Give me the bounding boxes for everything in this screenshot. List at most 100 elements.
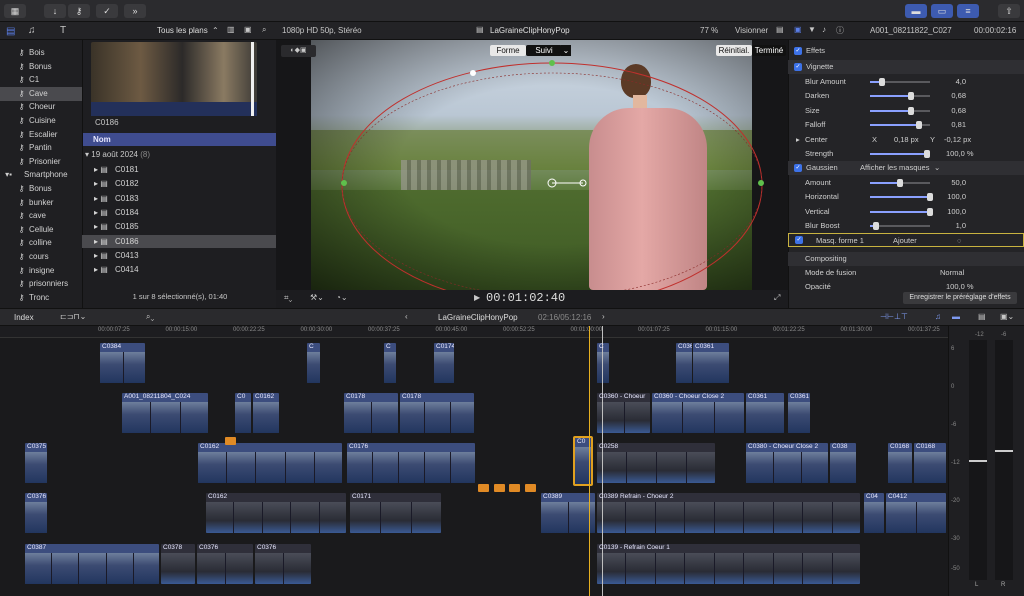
list-item[interactable]: ▸ ▤ C0181 (82, 163, 276, 176)
timeline-clip[interactable]: C0389 Refrain - Choeur 2 (596, 492, 861, 534)
play-icon[interactable]: ▶ (474, 293, 480, 302)
list-item[interactable]: ▸ ▤ C0186 (82, 234, 276, 248)
timeline-clip[interactable]: C0139 - Refrain Coeur 1 (596, 543, 861, 585)
sidebar-item-cuisine[interactable]: ⚷ Cuisine (0, 114, 82, 128)
timeline-clip[interactable]: C (596, 342, 610, 384)
param-slider[interactable] (870, 78, 930, 86)
search-icon[interactable]: ⌕ (262, 25, 266, 35)
list-item[interactable]: ▸ ▤ C0184 (82, 206, 276, 219)
timeline-clip[interactable]: C0 (234, 392, 252, 434)
fullscreen-icon[interactable]: ⤢ (774, 293, 780, 303)
compositing-header[interactable]: Compositing (788, 252, 1024, 266)
sidebar-item-colline[interactable]: ⚷ colline (0, 236, 82, 250)
skimmer-line[interactable] (602, 326, 603, 596)
param-slider[interactable] (870, 92, 930, 101)
skimmer[interactable] (251, 42, 254, 116)
param-value[interactable]: 4,0 (926, 75, 966, 89)
speed-icon[interactable]: ◔⌄ (336, 293, 348, 302)
timeline-clip[interactable]: C0360 - Choeur Close 2 (651, 392, 745, 434)
disclosure-icon[interactable]: ▸ (796, 133, 800, 147)
param-value[interactable]: 0,68 (926, 104, 966, 118)
view-options-icon[interactable]: ▣⌄ (1000, 312, 1014, 321)
timeline-clip[interactable]: C038 (829, 442, 857, 484)
timeline-clip[interactable]: C0376 (196, 543, 254, 585)
param-value[interactable]: 50,0 (926, 176, 966, 190)
library-icon[interactable]: ▦ (4, 4, 26, 18)
timeline-clip[interactable]: C0258 (596, 442, 716, 484)
filter-dropdown[interactable]: Tous les plans (157, 26, 208, 35)
view-dropdown[interactable]: Visionner (735, 26, 768, 35)
timeline-clip[interactable]: C0168 (913, 442, 947, 484)
column-header-name[interactable]: Nom (83, 133, 277, 146)
index-button[interactable]: Index (14, 313, 34, 322)
timeline-clip[interactable]: C0162 (197, 442, 343, 484)
disclosure-icon[interactable]: ▸ ▤ (94, 177, 108, 190)
sidebar-item-insigne[interactable]: ⚷ insigne (0, 264, 82, 278)
timeline-clip[interactable]: C (306, 342, 321, 384)
marker-icon[interactable] (225, 437, 236, 445)
timeline-ruler[interactable]: 00:00:07:25 00:00:15:00 00:00:22:25 00:00:3… (0, 326, 948, 338)
list-item[interactable]: ▸ ▤ C0414 (82, 263, 276, 276)
disclosure-icon[interactable]: ▸ ▤ (94, 206, 108, 219)
param-slider[interactable] (870, 221, 930, 230)
vignette-checkbox[interactable]: ✓ (794, 63, 802, 71)
timeline-clip[interactable]: A001_08211804_C024 (121, 392, 209, 434)
zoom-dropdown[interactable]: 77 % (700, 26, 718, 35)
save-preset-button[interactable]: Enregistrer le préréglage d'effets (903, 292, 1017, 304)
strength-slider[interactable] (870, 150, 930, 158)
export-icon[interactable]: ⇧ (998, 4, 1020, 18)
connect-icon[interactable]: ⊏⊐⊓⌄ (60, 312, 86, 321)
param-slider[interactable] (870, 179, 930, 187)
chevron-down-icon[interactable]: ⌃ (212, 26, 219, 35)
timeline-clip[interactable]: C0376 (24, 492, 48, 534)
timeline-clip[interactable]: C0361 (787, 392, 811, 434)
disclosure-icon[interactable]: ▸ ▤ (94, 249, 108, 262)
share-icon[interactable]: » (124, 4, 146, 18)
library-browser-icon[interactable]: ▤ (6, 26, 15, 37)
sidebar-item-choeur[interactable]: ⚷ Choeur (0, 100, 82, 114)
titles-icon[interactable]: T (60, 25, 66, 36)
effects-checkbox[interactable]: ✓ (794, 47, 802, 55)
audio-skimming-icon[interactable]: ⊣⊢⊥⊤ (880, 312, 908, 321)
timeline-clip[interactable]: C0361 (692, 342, 730, 384)
timeline-clip[interactable]: C0360 - Choeur (596, 392, 651, 434)
filter-icon[interactable]: ▼ (808, 25, 816, 34)
background-tasks-icon[interactable]: ✓ (96, 4, 118, 18)
clip-appearance-icon[interactable]: ▥ (227, 25, 235, 34)
center-y-value[interactable]: -0,12 px (944, 133, 971, 147)
clip-appearance-icon[interactable]: ▤ (978, 312, 986, 321)
sidebar-item-c1[interactable]: ⚷ C1 (0, 73, 82, 87)
crop-icon[interactable]: ⌗⌄ (284, 293, 292, 303)
date-group[interactable]: ▾ 19 août 2024 (8) (83, 148, 277, 161)
param-value[interactable]: 1,0 (926, 219, 966, 233)
sidebar-item-cellule[interactable]: ⚷ Cellule (0, 223, 82, 237)
timeline-clip[interactable]: C0412 (885, 492, 947, 534)
timeline-clip[interactable]: C0361 (675, 342, 693, 384)
sidebar-item-pantin[interactable]: ⚷ Pantin (0, 141, 82, 155)
sidebar-item-bonus[interactable]: ⚷ Bonus (0, 60, 82, 74)
disclosure-icon[interactable]: ▸ ▤ (94, 263, 108, 276)
video-inspector-icon[interactable]: ▣ (794, 25, 802, 34)
viewer[interactable]: ◐◆▣ Forme Suivi ⌄ Réinitial. Terminé (276, 40, 788, 290)
settings-icon[interactable]: ≡ (957, 4, 979, 18)
timeline-clip[interactable]: C (383, 342, 397, 384)
param-slider[interactable] (870, 120, 930, 129)
timeline-clip[interactable]: C0178 (399, 392, 475, 434)
mask-add-dropdown[interactable]: Ajouter (893, 234, 917, 248)
sidebar-item-prisonier[interactable]: ⚷ Prisonier (0, 155, 82, 169)
keyword-icon[interactable]: ⚷ (68, 4, 90, 18)
gaussien-checkbox[interactable]: ✓ (794, 164, 802, 172)
mask-row[interactable]: ✓ Masq. forme 1 Ajouter ◌ (788, 233, 1024, 247)
back-icon[interactable]: ‹ (405, 312, 408, 321)
param-slider[interactable] (870, 207, 933, 216)
timeline-clip[interactable]: C0375 (24, 442, 48, 484)
vignette-header[interactable]: ✓ Vignette (788, 60, 1024, 74)
param-value[interactable]: 0,81 (926, 118, 966, 132)
layout-icon[interactable]: ▬ (905, 4, 927, 18)
photos-icon[interactable]: ♫ (28, 25, 36, 36)
timeline-clip[interactable]: C0176 (346, 442, 476, 484)
param-value[interactable]: 0,68 (926, 89, 966, 103)
marker-icon[interactable] (478, 484, 489, 492)
timeline-clip[interactable]: C0178 (343, 392, 399, 434)
timeline-clip[interactable]: C0384 (99, 342, 146, 384)
